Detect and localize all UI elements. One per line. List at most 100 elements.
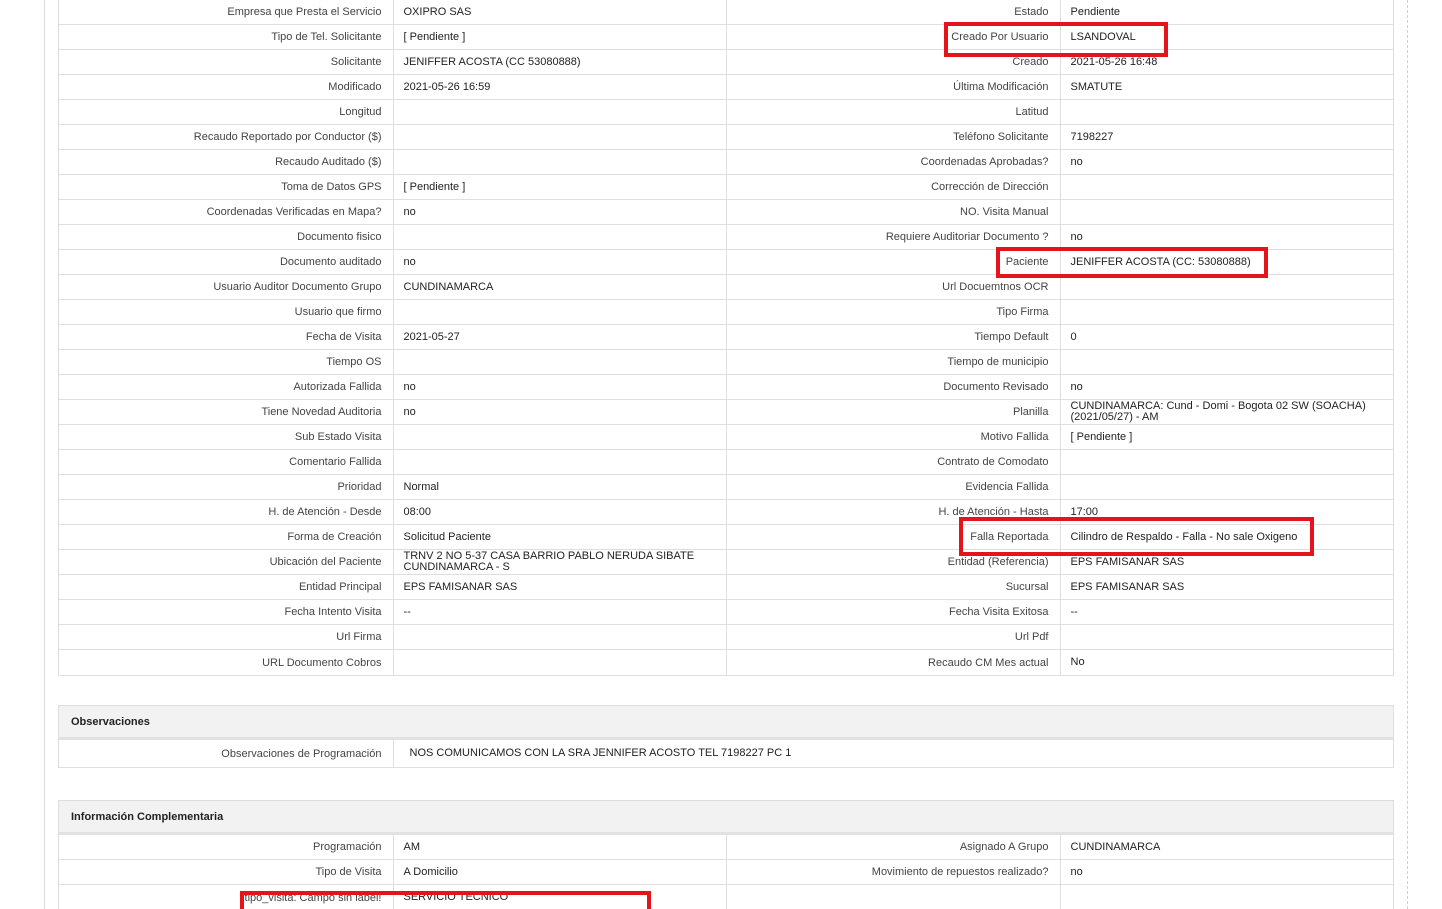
field-value: SERVICIO TECNICO: [392, 885, 727, 909]
field-value: [392, 450, 727, 474]
field-label: Planilla: [726, 400, 1060, 424]
field-value: CUNDINAMARCA: Cund - Domi - Bogota 02 SW…: [1059, 400, 1394, 424]
field-label: Sub Estado Visita: [294, 431, 382, 443]
table-row: Forma de Creación Solicitud Paciente Falla…: [59, 525, 1393, 550]
table-row: Fecha Intento Visita -- Fecha Visita Exit…: [59, 600, 1393, 625]
field-value: [1059, 100, 1394, 124]
section-title: Observaciones: [59, 706, 1393, 740]
field-label: Contrato de Comodato: [726, 450, 1060, 474]
right-frame-border: [1407, 0, 1408, 909]
field-value: 2021-05-26 16:48: [1059, 50, 1394, 74]
field-value: OXIPRO SAS: [392, 0, 727, 24]
table-row: Programación AM Asignado A Grupo CUNDINAMAR…: [59, 835, 1393, 860]
field-label: Tiempo OS: [326, 356, 382, 368]
field-value: [1059, 475, 1394, 499]
field-value: LSANDOVAL: [1059, 25, 1394, 49]
complementaria-grid: Programación AM Asignado A Grupo CUNDINAMAR…: [59, 835, 1393, 909]
field-label: URL Documento Cobros: [262, 656, 382, 669]
field-label: Tiempo Default: [726, 325, 1060, 349]
field-value: 7198227: [1059, 125, 1394, 149]
field-label: Última Modificación: [726, 75, 1060, 99]
field-value: [392, 150, 727, 174]
field-value: [1059, 200, 1394, 224]
complementaria-section: Información Complementaria Programación A…: [58, 800, 1394, 909]
field-value: [1059, 275, 1394, 299]
table-row: Prioridad Normal Evidencia Fallida: [59, 475, 1393, 500]
field-label: Forma de Creación: [287, 531, 382, 543]
field-label: Movimiento de repuestos realizado?: [726, 860, 1060, 884]
field-label: Latitud: [726, 100, 1060, 124]
field-value: EPS FAMISANAR SAS: [1059, 550, 1394, 574]
field-label: Estado: [726, 0, 1060, 24]
field-label: Url Docuemtnos OCR: [726, 275, 1060, 299]
field-label: Url Firma: [336, 631, 382, 643]
field-value: no: [1059, 225, 1394, 249]
field-value: [392, 225, 727, 249]
field-label: Url Pdf: [726, 625, 1060, 649]
field-label: Entidad Principal: [298, 581, 382, 593]
table-row: H. de Atención - Desde 08:00 H. de Atenció…: [59, 500, 1393, 525]
field-value: 2021-05-26 16:59: [392, 75, 727, 99]
field-value: no: [1059, 150, 1394, 174]
field-label: Longitud: [339, 106, 382, 118]
field-label: Teléfono Solicitante: [726, 125, 1060, 149]
table-row: Modificado 2021-05-26 16:59 Última Modific…: [59, 75, 1393, 100]
field-value: JENIFFER ACOSTA (CC 53080888): [392, 50, 727, 74]
field-label: Recaudo CM Mes actual: [726, 650, 1060, 675]
table-row: Entidad Principal EPS FAMISANAR SAS Sucurs…: [59, 575, 1393, 600]
field-value: EPS FAMISANAR SAS: [1059, 575, 1394, 599]
table-row: Empresa que Presta el Servicio OXIPRO SAS…: [59, 0, 1393, 25]
field-value: AM: [392, 835, 727, 859]
field-label: Fecha Visita Exitosa: [726, 600, 1060, 624]
visit-detail-grid: Empresa que Presta el Servicio OXIPRO SAS…: [58, 0, 1394, 676]
field-label: Creado Por Usuario: [726, 25, 1060, 49]
field-label: Programación: [313, 841, 382, 853]
field-label: Recaudo Auditado ($): [275, 156, 382, 168]
field-label: Fecha Intento Visita: [284, 606, 382, 618]
field-value: [ Pendiente ]: [392, 25, 727, 49]
field-value: 08:00: [392, 500, 727, 524]
field-label: Documento fisico: [297, 231, 382, 243]
field-label: Asignado A Grupo: [726, 835, 1060, 859]
table-row: Fecha de Visita 2021-05-27 Tiempo Default…: [59, 325, 1393, 350]
field-value: 0: [1059, 325, 1394, 349]
field-value: TRNV 2 NO 5-37 CASA BARRIO PABLO NERUDA …: [392, 550, 727, 574]
field-label: Toma de Datos GPS: [281, 181, 382, 193]
field-value: SMATUTE: [1059, 75, 1394, 99]
field-label: Creado: [726, 50, 1060, 74]
field-value: [1059, 885, 1394, 909]
table-row: Solicitante JENIFFER ACOSTA (CC 53080888)…: [59, 50, 1393, 75]
field-label: Fecha de Visita: [305, 331, 382, 343]
left-frame-border: [44, 0, 45, 909]
field-value: [392, 125, 727, 149]
table-row: Autorizada Fallida no Documento Revisado …: [59, 375, 1393, 400]
field-label: Paciente: [726, 250, 1060, 274]
table-row: Sub Estado Visita Motivo Fallida[ Pendien…: [59, 425, 1393, 450]
field-value: [ Pendiente ]: [392, 175, 727, 199]
field-label: Documento Revisado: [726, 375, 1060, 399]
field-label: Tiene Novedad Auditoria: [261, 406, 382, 418]
field-value: [1059, 450, 1394, 474]
table-row: Usuario que firmo Tipo Firma: [59, 300, 1393, 325]
field-label: Sucursal: [726, 575, 1060, 599]
table-row: URL Documento Cobros Recaudo CM Mes actua…: [59, 650, 1393, 675]
field-label: NO. Visita Manual: [726, 200, 1060, 224]
field-label: [726, 885, 1060, 909]
field-label: Requiere Auditoriar Documento ?: [726, 225, 1060, 249]
field-value: [392, 425, 727, 449]
field-value: [1059, 175, 1394, 199]
field-value: [1059, 625, 1394, 649]
field-value: No: [1059, 650, 1394, 675]
table-row: Coordenadas Verificadas en Mapa? no NO. V…: [59, 200, 1393, 225]
field-label: Coordenadas Verificadas en Mapa?: [206, 206, 382, 218]
field-value: JENIFFER ACOSTA (CC: 53080888): [1059, 250, 1394, 274]
field-value: Solicitud Paciente: [392, 525, 727, 549]
field-value: CUNDINAMARCA: [1059, 835, 1394, 859]
field-value: no: [1059, 375, 1394, 399]
field-value: no: [392, 375, 727, 399]
field-value: NOS COMUNICAMOS CON LA SRA JENNIFER ACOS…: [392, 740, 1394, 767]
table-row: Toma de Datos GPS [ Pendiente ] Corrección…: [59, 175, 1393, 200]
field-value: A Domicilio: [392, 860, 727, 884]
table-row: Tipo de Tel. Solicitante [ Pendiente ] Cre…: [59, 25, 1393, 50]
field-value: CUNDINAMARCA: [392, 275, 727, 299]
